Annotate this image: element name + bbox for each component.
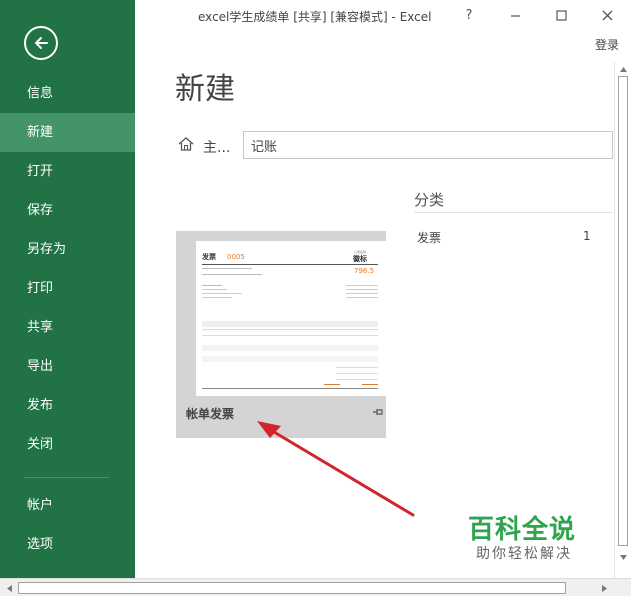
sidebar-divider (24, 477, 109, 478)
back-button[interactable] (24, 26, 58, 60)
login-link[interactable]: 登录 (595, 36, 619, 53)
page-title: 新建 (175, 72, 235, 107)
watermark-logo: 百科全说 助你轻松解决 (448, 495, 606, 571)
thumb-total-line (336, 379, 378, 380)
thumb-logo-small: 公司名称 (354, 250, 367, 254)
sidebar-item-new[interactable]: 新建 (0, 113, 135, 152)
help-button[interactable]: ? (456, 4, 482, 26)
thumb-text-line (202, 297, 232, 298)
triangle-left-icon (6, 584, 12, 592)
sidebar-item-close[interactable]: 关闭 (0, 425, 135, 464)
watermark-sub-text: 助你轻松解决 (476, 546, 572, 562)
horizontal-scrollbar[interactable] (0, 578, 631, 596)
scroll-up-button[interactable] (615, 62, 631, 76)
category-name: 发票 (417, 231, 442, 245)
thumb-title: 发票 (202, 253, 216, 261)
thumb-text-line (346, 285, 378, 286)
scroll-right-button[interactable] (597, 581, 611, 595)
thumb-table-header (202, 321, 378, 327)
thumb-rule (202, 264, 378, 265)
sidebar-item-open[interactable]: 打开 (0, 152, 135, 191)
thumb-total-line (336, 373, 378, 374)
sidebar-item-info[interactable]: 信息 (0, 74, 135, 113)
triangle-down-icon (619, 554, 627, 560)
thumb-text-line (202, 293, 242, 294)
template-search-input[interactable] (243, 131, 613, 159)
thumb-text-line (202, 268, 252, 269)
thumb-accent-line (324, 384, 340, 385)
thumb-table-line (202, 329, 378, 330)
thumb-text-line (202, 274, 262, 275)
thumb-table-row (202, 356, 378, 362)
sidebar-item-publish[interactable]: 发布 (0, 386, 135, 425)
triangle-up-icon (619, 66, 627, 72)
thumb-text-line (346, 297, 378, 298)
scroll-down-button[interactable] (615, 550, 631, 564)
scroll-left-button[interactable] (2, 581, 16, 595)
maximize-icon (555, 9, 567, 21)
thumb-text-line (346, 293, 378, 294)
sidebar-item-print[interactable]: 打印 (0, 269, 135, 308)
thumb-total-line (336, 367, 378, 368)
home-breadcrumb[interactable]: 主... (203, 137, 230, 157)
thumb-text-line (346, 289, 378, 290)
close-icon (602, 10, 612, 20)
arrow-left-icon (35, 37, 48, 49)
backstage-sidebar: 信息 新建 打开 保存 另存为 打印 共享 导出 发布 关闭 帐户 选项 (0, 0, 135, 578)
close-window-button[interactable] (594, 4, 620, 26)
thumb-text-line (202, 285, 222, 286)
pin-icon[interactable] (372, 407, 384, 417)
triangle-right-icon (601, 584, 607, 592)
vertical-scrollbar[interactable] (614, 62, 631, 578)
thumb-number: 0005 (227, 253, 245, 261)
horizontal-scroll-thumb[interactable] (18, 582, 566, 594)
sidebar-item-share[interactable]: 共享 (0, 308, 135, 347)
home-icon[interactable] (178, 136, 194, 152)
thumb-text-line (202, 289, 227, 290)
minimize-button[interactable] (502, 4, 528, 26)
template-thumbnail: 发票 0005 公司名称 徽标 796.5 (196, 241, 386, 396)
thumb-logo: 徽标 (353, 255, 367, 263)
thumb-accent-line (362, 384, 378, 385)
minimize-icon (510, 14, 520, 17)
watermark-main-text: 百科全说 (468, 515, 577, 545)
sidebar-item-options[interactable]: 选项 (0, 525, 135, 564)
thumb-table-row (202, 345, 378, 351)
template-card-invoice[interactable]: 发票 0005 公司名称 徽标 796.5 帐单发票 (176, 231, 386, 438)
sidebar-item-save[interactable]: 保存 (0, 191, 135, 230)
thumb-table-line (202, 335, 378, 336)
vertical-scroll-thumb[interactable] (618, 76, 628, 546)
sidebar-item-export[interactable]: 导出 (0, 347, 135, 386)
help-icon: ? (465, 7, 473, 23)
template-name: 帐单发票 (186, 407, 235, 421)
categories-heading: 分类 (414, 191, 445, 209)
categories-divider (414, 212, 613, 213)
sidebar-item-account[interactable]: 帐户 (0, 486, 135, 525)
maximize-button[interactable] (548, 4, 574, 26)
category-item-invoice[interactable]: 发票 1 (414, 225, 594, 245)
thumb-amount: 796.5 (354, 267, 375, 275)
category-count: 1 (583, 229, 591, 243)
window-title: excel学生成绩单 [共享] [兼容模式] - Excel (198, 10, 432, 24)
thumb-rule (202, 388, 378, 389)
sidebar-item-save-as[interactable]: 另存为 (0, 230, 135, 269)
